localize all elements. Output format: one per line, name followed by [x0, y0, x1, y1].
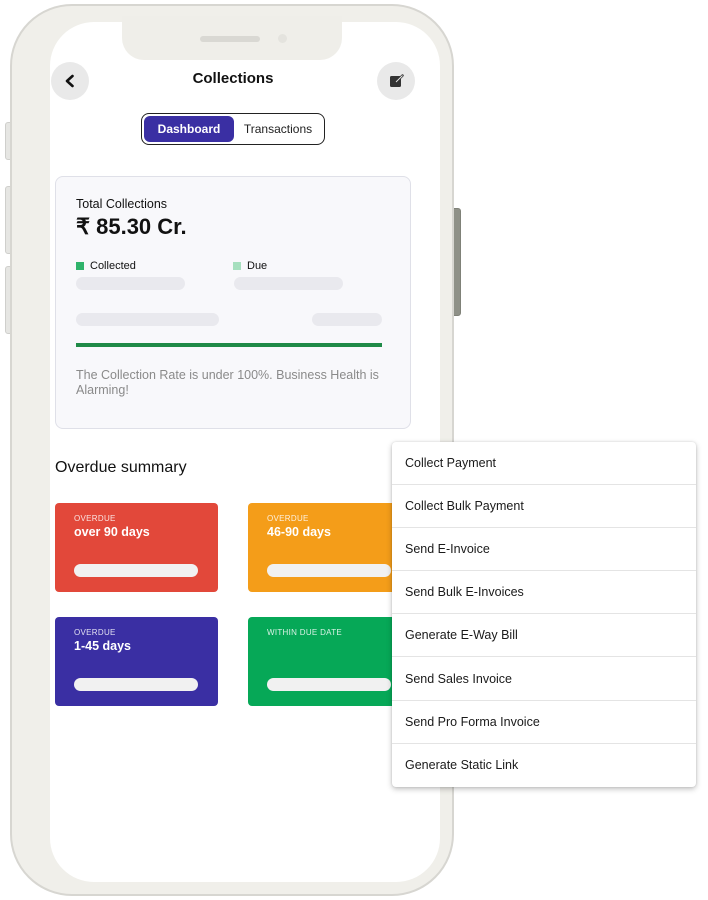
- tile-kicker: OVERDUE: [267, 514, 309, 523]
- tile-label: 46-90 days: [267, 525, 331, 539]
- tile-kicker: OVERDUE: [74, 514, 116, 523]
- tile-kicker: OVERDUE: [74, 628, 116, 637]
- menu-item-send-bulk-e-invoices[interactable]: Send Bulk E-Invoices: [392, 571, 696, 615]
- tab-dashboard[interactable]: Dashboard: [144, 116, 234, 142]
- view-switcher: Dashboard Transactions: [141, 113, 325, 145]
- due-value-placeholder: [234, 277, 343, 290]
- collected-value-placeholder: [76, 277, 185, 290]
- tile-value-placeholder: [74, 678, 198, 691]
- phone-screen: [50, 22, 440, 882]
- tile-value-placeholder: [267, 564, 391, 577]
- overdue-over-90-tile[interactable]: OVERDUE over 90 days: [55, 503, 218, 592]
- tile-label: 1-45 days: [74, 639, 131, 653]
- edit-button[interactable]: [377, 62, 415, 100]
- due-swatch: [233, 262, 241, 270]
- page-title: Collections: [192, 70, 274, 87]
- within-due-date-tile[interactable]: WITHIN DUE DATE: [248, 617, 411, 706]
- menu-item-send-e-invoice[interactable]: Send E-Invoice: [392, 528, 696, 572]
- tab-transactions[interactable]: Transactions: [234, 116, 322, 142]
- total-collections-amount: ₹ 85.30 Cr.: [76, 214, 187, 239]
- legend-collected: Collected: [76, 260, 136, 272]
- menu-item-generate-static-link[interactable]: Generate Static Link: [392, 744, 696, 787]
- phone-notch: [122, 16, 342, 60]
- collection-rate-note: The Collection Rate is under 100%. Busin…: [76, 368, 379, 397]
- actions-menu: Collect Payment Collect Bulk Payment Sen…: [392, 442, 696, 787]
- overdue-summary-title: Overdue summary: [55, 459, 187, 476]
- total-collections-label: Total Collections: [76, 197, 168, 211]
- back-button[interactable]: [51, 62, 89, 100]
- menu-item-send-sales-invoice[interactable]: Send Sales Invoice: [392, 657, 696, 701]
- chevron-left-icon: [65, 74, 74, 88]
- tile-label: over 90 days: [74, 525, 150, 539]
- legend-due-label: Due: [247, 260, 268, 272]
- tile-kicker: WITHIN DUE DATE: [267, 628, 343, 637]
- front-camera: [278, 34, 287, 43]
- speaker-grille: [200, 36, 260, 42]
- rate-value-placeholder: [312, 313, 382, 326]
- menu-item-generate-e-way-bill[interactable]: Generate E-Way Bill: [392, 614, 696, 658]
- menu-item-send-pro-forma-invoice[interactable]: Send Pro Forma Invoice: [392, 701, 696, 744]
- menu-item-collect-payment[interactable]: Collect Payment: [392, 442, 696, 486]
- legend-collected-label: Collected: [90, 260, 136, 272]
- overdue-1-45-tile[interactable]: OVERDUE 1-45 days: [55, 617, 218, 706]
- collection-progress-bar: [76, 343, 382, 347]
- tile-value-placeholder: [74, 564, 198, 577]
- total-collections-card: Total Collections ₹ 85.30 Cr. Collected …: [55, 176, 411, 429]
- overdue-46-90-tile[interactable]: OVERDUE 46-90 days: [248, 503, 411, 592]
- tile-value-placeholder: [267, 678, 391, 691]
- edit-icon: [390, 74, 404, 87]
- legend-due: Due: [233, 260, 267, 272]
- collected-swatch: [76, 262, 84, 270]
- menu-item-collect-bulk-payment[interactable]: Collect Bulk Payment: [392, 485, 696, 529]
- rate-label-placeholder: [76, 313, 219, 326]
